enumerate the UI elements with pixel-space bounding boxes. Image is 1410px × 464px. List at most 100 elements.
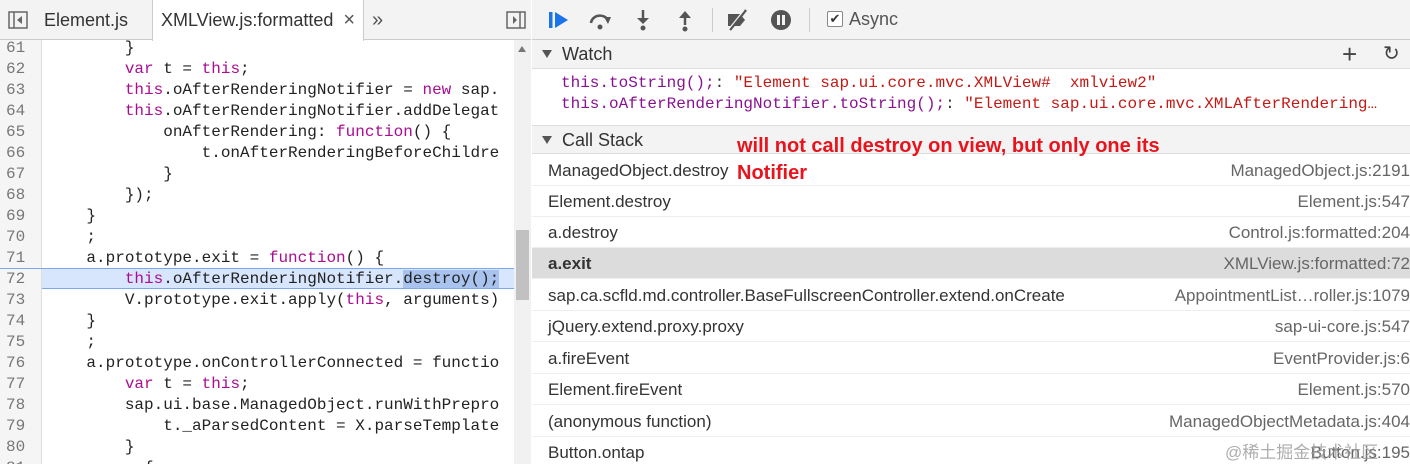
deactivate-breakpoints-icon[interactable] [724,8,750,32]
editor-tab-bar: Element.js XMLView.js:formatted × » [0,0,531,41]
frame-location[interactable]: Control.js:formatted:204 [1229,217,1410,248]
code-line: 67 } [0,164,514,185]
code-text: } [48,165,173,183]
code-text: } [48,40,135,57]
watch-section-header[interactable]: Watch + ↻ [532,40,1410,69]
frame-location[interactable]: Element.js:547 [1298,186,1410,217]
async-label: Async [849,9,899,29]
code-text: t.onAfterRenderingBeforeChildre [48,144,500,162]
frame-location[interactable]: AppointmentList…roller.js:1079 [1175,280,1410,311]
line-number[interactable]: 61 [0,40,42,59]
add-watch-icon[interactable]: + [1342,40,1357,69]
watch-expression[interactable]: this.oAfterRenderingNotifier.toString();… [561,94,1410,115]
line-number[interactable]: 68 [0,185,42,206]
line-number[interactable]: 75 [0,332,42,353]
code-line: 71 a.prototype.exit = function() { [0,248,514,269]
call-frame[interactable]: Element.destroy Element.js:547 [532,186,1410,217]
editor-scrollbar[interactable] [514,40,531,464]
close-icon[interactable]: × [343,0,355,40]
watch-value: "Element sap.ui.core.mvc.XMLView# xmlvie… [733,74,1157,92]
watch-expression[interactable]: this.toString();: "Element sap.ui.core.m… [561,73,1410,94]
watch-name: this.oAfterRenderingNotifier.toString(); [561,95,946,113]
scroll-up-arrow-icon[interactable] [518,46,526,52]
scrollbar-thumb[interactable] [516,230,529,300]
call-frame[interactable]: (anonymous function) ManagedObjectMetadat… [532,406,1410,437]
frame-function: a.fireEvent [548,349,630,368]
line-number[interactable]: 81 [0,458,42,464]
watch-sep: : [945,95,965,113]
tab-label: XMLView.js:formatted [161,10,334,30]
code-text: a.prototype.onControllerConnected = func… [48,354,500,372]
pause-on-exceptions-icon[interactable] [768,8,794,32]
frame-function: sap.ca.scfld.md.controller.BaseFullscree… [548,286,1065,305]
frame-location[interactable]: Element.js:570 [1298,374,1410,405]
line-number[interactable]: 66 [0,143,42,164]
refresh-icon[interactable]: ↻ [1383,40,1400,69]
debugger-toolbar: ✔ Async [532,0,1410,40]
line-number[interactable]: 62 [0,59,42,80]
toolbar-divider [712,8,713,32]
code-text: this.oAfterRenderingNotifier = new sap. [124,81,500,99]
code-line: 68 }); [0,185,514,206]
call-frame-selected[interactable]: a.exit XMLView.js:formatted:72 [532,248,1410,279]
call-frame[interactable]: sap.ca.scfld.md.controller.BaseFullscree… [532,280,1410,311]
line-number[interactable]: 78 [0,395,42,416]
frame-location[interactable]: ManagedObjectMetadata.js:404 [1169,406,1410,437]
annotation-note: will not call destroy on view, but only … [737,133,1277,187]
expand-triangle-icon[interactable] [542,50,552,58]
line-number[interactable]: 64 [0,101,42,122]
code-line: 77 var t = this; [0,374,514,395]
step-over-icon[interactable] [587,8,613,32]
toggle-debugger-icon[interactable] [505,9,527,31]
async-checkbox[interactable]: ✔ [827,11,843,27]
watch-title: Watch [562,44,613,64]
code-text: sap.ui.base.ManagedObject.runWithPrepro [48,396,500,414]
code-line: 76 a.prototype.onControllerConnected = f… [0,353,514,374]
tab-element-js[interactable]: Element.js [36,0,136,40]
call-frame[interactable]: a.fireEvent EventProvider.js:6 [532,343,1410,374]
frame-location[interactable]: XMLView.js:formatted:72 [1224,248,1410,279]
call-frame[interactable]: a.destroy Control.js:formatted:204 [532,217,1410,248]
code-text: a.prototype.exit = function() { [48,249,385,267]
line-number[interactable]: 65 [0,122,42,143]
line-number[interactable]: 80 [0,437,42,458]
tab-xmlview-formatted[interactable]: XMLView.js:formatted × [152,0,365,41]
frame-function: Element.destroy [548,192,671,211]
code-text: var t = this; [124,375,250,393]
code-line: 70 ; [0,227,514,248]
code-line: 63 this.oAfterRenderingNotifier = new sa… [0,80,514,101]
code-line: 61 } [0,40,514,59]
code-text: var t = this; [124,60,250,78]
code-text: }); [48,186,154,204]
step-out-icon[interactable] [672,8,698,32]
toggle-navigator-icon[interactable] [7,9,29,31]
line-number[interactable]: 69 [0,206,42,227]
line-number[interactable]: 76 [0,353,42,374]
more-tabs-button[interactable]: » [372,0,383,40]
step-into-icon[interactable] [630,8,656,32]
code-text: ; [48,228,97,246]
code-text: this.oAfterRenderingNotifier.destroy(); [124,270,500,288]
expand-triangle-icon[interactable] [542,136,552,144]
code-text: } [48,207,97,225]
code-text: onAfterRendering: function() { [48,123,452,141]
line-number[interactable]: 63 [0,80,42,101]
frame-location[interactable]: EventProvider.js:6 [1273,343,1410,374]
frame-location[interactable]: sap-ui-core.js:547 [1275,311,1410,342]
frame-function: Button.ontap [548,443,645,462]
code-line: 62 var t = this; [0,59,514,80]
line-number[interactable]: 72 [0,269,42,290]
line-number[interactable]: 73 [0,290,42,311]
frame-function: (anonymous function) [548,412,712,431]
line-number[interactable]: 67 [0,164,42,185]
line-number[interactable]: 77 [0,374,42,395]
line-number[interactable]: 71 [0,248,42,269]
line-number[interactable]: 79 [0,416,42,437]
code-editor[interactable]: 61 } 62 var t = this; 63 this.oAfterRend… [0,40,531,464]
line-number[interactable]: 70 [0,227,42,248]
resume-icon[interactable] [546,8,572,32]
watch-value: "Element sap.ui.core.mvc.XMLAfterRenderi… [964,95,1378,113]
line-number[interactable]: 74 [0,311,42,332]
call-frame[interactable]: jQuery.extend.proxy.proxy sap-ui-core.js:… [532,311,1410,342]
call-frame[interactable]: Element.fireEvent Element.js:570 [532,374,1410,405]
